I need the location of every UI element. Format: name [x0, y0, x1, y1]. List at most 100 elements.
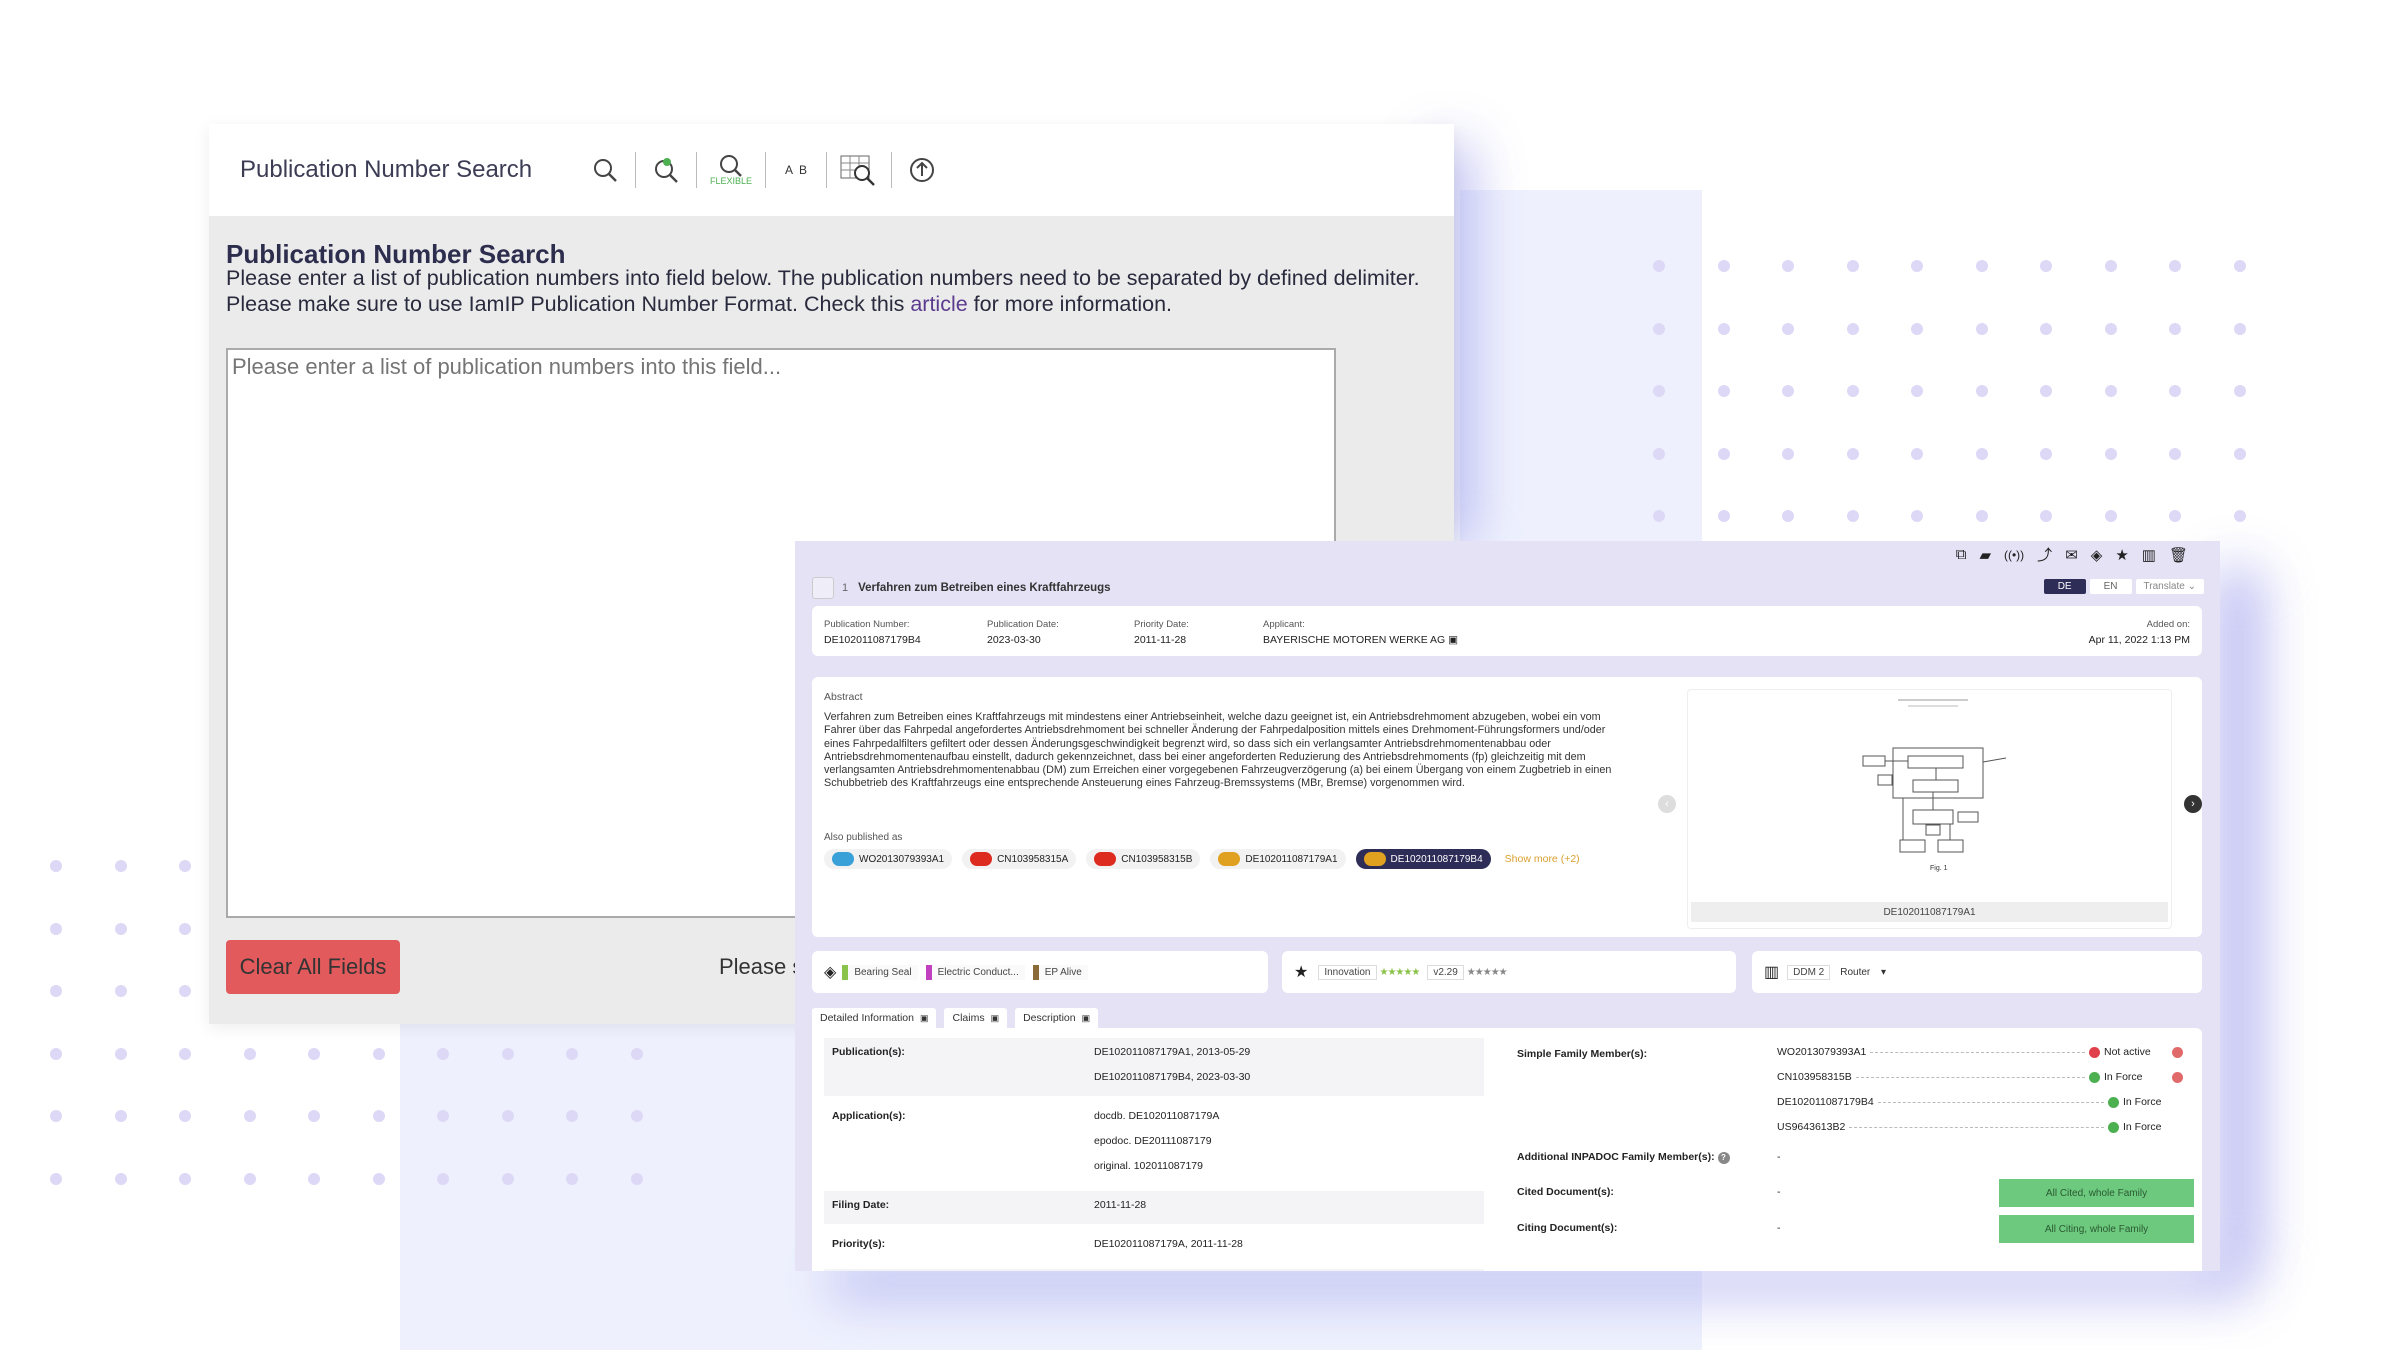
dot	[1911, 447, 1923, 460]
also-published-chip[interactable]: WO2013079393A1	[824, 849, 953, 869]
dot	[566, 1047, 578, 1060]
instructions-line-1: Please enter a list of publication numbe…	[226, 266, 1420, 290]
external-link-icon[interactable]: ▣	[1448, 634, 1458, 646]
lang-en-button[interactable]: EN	[2089, 579, 2132, 594]
family-member-status: In Force	[2123, 1096, 2162, 1108]
table-search-icon[interactable]	[837, 124, 881, 216]
tag-chip[interactable]: Electric Conduct...	[925, 964, 1025, 980]
patent-figure[interactable]: Fig. 1 DE102011087179A1	[1687, 689, 2172, 929]
dot	[2169, 447, 2181, 460]
dot	[1911, 260, 1923, 272]
country-flag-icon	[970, 852, 993, 866]
translate-dropdown[interactable]: Translate ⌄	[2135, 579, 2204, 594]
dot	[1975, 385, 1988, 397]
all-citing-button[interactable]: All Citing, whole Family	[1999, 1215, 2194, 1243]
dot	[179, 922, 191, 935]
flexible-label: FLEXIBLE	[709, 176, 753, 186]
comment-icon[interactable]: ✉	[2065, 546, 2078, 564]
dot	[1653, 322, 1665, 335]
compare-icon[interactable]: ▥	[2142, 546, 2156, 564]
toolbar-separator	[635, 152, 636, 188]
all-cited-button[interactable]: All Cited, whole Family	[1999, 1179, 2194, 1207]
also-published-chip[interactable]: DE102011087179A1	[1210, 849, 1346, 869]
flexible-search-icon[interactable]: FLEXIBLE	[707, 124, 755, 216]
status-indicator	[2089, 1071, 2100, 1083]
copy-icon[interactable]: ⧉	[1956, 546, 1967, 563]
dot	[501, 1047, 514, 1060]
clear-all-fields-button[interactable]: Clear All Fields	[226, 940, 400, 994]
figure-next-button[interactable]: ›	[2184, 795, 2202, 813]
dot	[50, 1047, 62, 1060]
dot	[630, 1110, 643, 1122]
dot	[1717, 447, 1730, 460]
family-member-number[interactable]: US9643613B2	[1777, 1121, 1845, 1133]
search-icon[interactable]	[585, 124, 625, 216]
dotted-leader	[1870, 1051, 2085, 1053]
dot	[1717, 510, 1730, 522]
family-member-row: WO2013079393A1 Not active	[1777, 1042, 2187, 1062]
also-published-chip[interactable]: CN103958315A	[962, 849, 1077, 869]
dot	[1846, 510, 1859, 522]
trash-icon[interactable]: 🗑	[2169, 546, 2188, 564]
detail-row: Publication(s): DE102011087179A1, 2013-05…	[824, 1038, 1484, 1096]
tag-icon: ◈	[824, 964, 837, 981]
router-dropdown[interactable]: Router ▾	[1840, 967, 1886, 978]
dot	[243, 1047, 256, 1060]
figure-caption: DE102011087179A1	[1691, 902, 2168, 922]
detail-row: Application(s): docdb. DE102011087179A epo…	[824, 1102, 1484, 1185]
abstract-text: Verfahren zum Betreiben eines Kraftfahrz…	[824, 711, 1612, 790]
version-stars: ★★★★★	[1466, 966, 1508, 978]
figure-prev-button[interactable]: ‹	[1658, 795, 1676, 813]
dot	[1653, 260, 1665, 272]
family-member-number[interactable]: WO2013079393A1	[1777, 1046, 1866, 1058]
dot	[437, 1047, 449, 1060]
star-icon[interactable]: ★	[2115, 546, 2128, 564]
help-icon[interactable]: ?	[1717, 1152, 1730, 1164]
applicant-name[interactable]: BAYERISCHE MOTOREN WERKE AG	[1263, 634, 1445, 646]
details-card: Publication(s): DE102011087179A1, 2013-05…	[812, 1028, 2202, 1271]
dot	[1717, 260, 1730, 272]
show-more-link[interactable]: Show more (+2)	[1505, 853, 1580, 865]
cited-label: Cited Document(s):	[1517, 1186, 1614, 1198]
upload-icon[interactable]	[902, 124, 942, 216]
country-flag-icon	[1094, 852, 1117, 866]
folder-icon[interactable]: ▰	[1979, 546, 1991, 564]
tag-chip[interactable]: Bearing Seal	[842, 964, 918, 980]
dot	[50, 922, 62, 935]
dot	[179, 860, 191, 872]
tab-detailed-information[interactable]: Detailed Information ▣	[812, 1008, 937, 1028]
dot	[372, 1047, 385, 1060]
family-member-number[interactable]: CN103958315B	[1777, 1071, 1852, 1083]
dot	[1782, 260, 1794, 272]
select-checkbox[interactable]	[812, 577, 834, 599]
add-search-icon[interactable]	[646, 124, 686, 216]
publication-date: 2023-03-30	[987, 634, 1041, 646]
article-link[interactable]: article	[910, 292, 967, 316]
star-icon: ★	[1294, 964, 1309, 981]
tag-icon[interactable]: ◈	[2091, 546, 2103, 564]
also-published-chip[interactable]: DE102011087179B4	[1355, 849, 1491, 869]
innovation-stars: ★★★★★	[1379, 966, 1421, 978]
alert-icon	[2172, 1071, 2183, 1083]
tab-claims[interactable]: Claims ▣	[944, 1008, 1008, 1028]
lang-de-button[interactable]: DE	[2043, 579, 2086, 594]
dot	[1717, 385, 1730, 397]
dot	[2169, 260, 2181, 272]
family-member-number[interactable]: DE102011087179B4	[1777, 1096, 1874, 1108]
also-published-chip[interactable]: CN103958315B	[1086, 849, 1201, 869]
tags-list: Bearing Seal Electric Conduct... EP Alive	[842, 964, 1095, 980]
dot	[50, 1110, 62, 1122]
tag-chip[interactable]: EP Alive	[1032, 964, 1088, 980]
dot	[2233, 322, 2246, 335]
broadcast-icon[interactable]: ((•))	[2004, 548, 2024, 562]
window2-glow	[2215, 570, 2260, 1270]
dot	[2233, 510, 2246, 522]
tab-description[interactable]: Description ▣	[1015, 1008, 1099, 1028]
detail-row: Applicant(s):BAYERISCHE MOTOREN WERKE AG	[824, 1269, 1484, 1271]
inpadoc-label: Additional INPADOC Family Member(s): ?	[1517, 1151, 1730, 1164]
ab-compare-icon[interactable]: A B	[776, 124, 816, 216]
dot	[2040, 510, 2052, 522]
share-icon[interactable]: ⤴	[2037, 544, 2052, 565]
dot	[2169, 510, 2181, 522]
family-member-row: US9643613B2 In Force	[1777, 1117, 2187, 1137]
